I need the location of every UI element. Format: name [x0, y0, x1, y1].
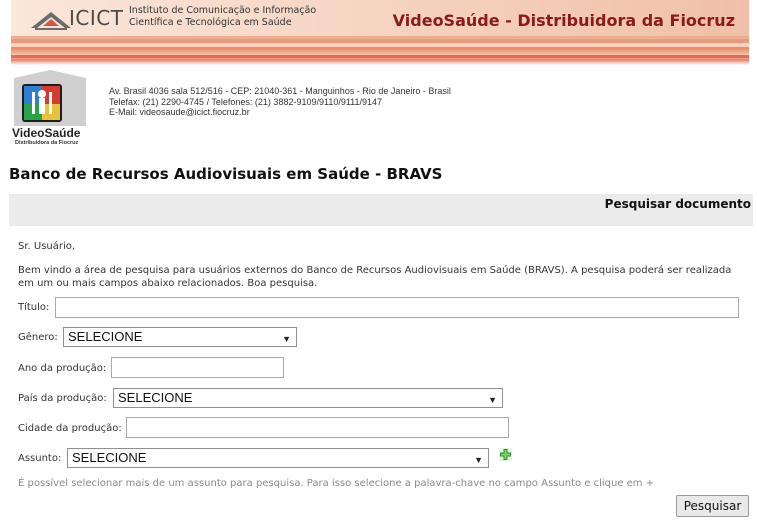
- banner-stripe: [11, 47, 749, 50]
- assunto-select[interactable]: SELECIONE ▼: [67, 448, 489, 468]
- logo-name: VideoSaúde: [12, 126, 81, 140]
- chevron-down-icon: ▼: [282, 334, 291, 344]
- assunto-selected-value: SELECIONE: [72, 450, 147, 465]
- phone-line: Telefax: (21) 2290-4745 / Telefones: (21…: [109, 96, 383, 107]
- pais-selected-value: SELECIONE: [118, 390, 193, 405]
- add-subject-plus-icon[interactable]: [499, 448, 512, 461]
- subject-hint-text: É possível selecionar mais de um assunto…: [18, 478, 655, 489]
- section-title: Pesquisar documento: [604, 197, 751, 211]
- banner-title: VideoSaúde - Distribuidora da Fiocruz: [392, 11, 735, 30]
- institution-name: Instituto de Comunicação e Informação Ci…: [129, 5, 339, 29]
- header-banner: ICICT Instituto de Comunicação e Informa…: [11, 0, 749, 65]
- genero-label: Gênero:: [18, 332, 58, 343]
- institution-line-2: Científica e Tecnológica em Saúde: [129, 17, 292, 28]
- pais-label: País da produção:: [18, 393, 107, 404]
- chevron-down-icon: ▼: [474, 455, 483, 465]
- logo-subtitle: Distribuidora da Fiocruz: [15, 140, 79, 146]
- titulo-label: Título:: [18, 302, 50, 313]
- titulo-input[interactable]: [55, 297, 739, 318]
- cidade-label: Cidade da produção:: [18, 423, 122, 434]
- greeting-text: Sr. Usuário,: [18, 241, 76, 252]
- ano-label: Ano da produção:: [18, 363, 107, 374]
- assunto-label: Assunto:: [18, 453, 62, 464]
- contact-address: Av. Brasil 4036 sala 512/516 - CEP: 2104…: [109, 86, 451, 118]
- welcome-text: Bem vindo a área de pesquisa para usuári…: [18, 265, 732, 289]
- genero-selected-value: SELECIONE: [68, 329, 143, 344]
- cidade-input[interactable]: [126, 417, 509, 438]
- pesquisar-button[interactable]: Pesquisar: [676, 495, 749, 517]
- banner-stripe: [11, 39, 749, 43]
- icict-logo-text: ICICT: [69, 6, 124, 30]
- pais-select[interactable]: SELECIONE ▼: [113, 388, 503, 408]
- address-line: Av. Brasil 4036 sala 512/516 - CEP: 2104…: [109, 86, 451, 96]
- institution-line-1: Instituto de Comunicação e Informação: [129, 5, 317, 16]
- chevron-down-icon: ▼: [488, 395, 497, 405]
- banner-stripe: [11, 55, 749, 58]
- page-title: Banco de Recursos Audiovisuais em Saúde …: [9, 165, 443, 183]
- section-header-bar: Pesquisar documento: [9, 194, 753, 226]
- ano-input[interactable]: [111, 357, 284, 378]
- email-line: E-Mail: videosaude@icict.fiocruz.br: [109, 107, 250, 117]
- genero-select[interactable]: SELECIONE ▼: [63, 327, 297, 347]
